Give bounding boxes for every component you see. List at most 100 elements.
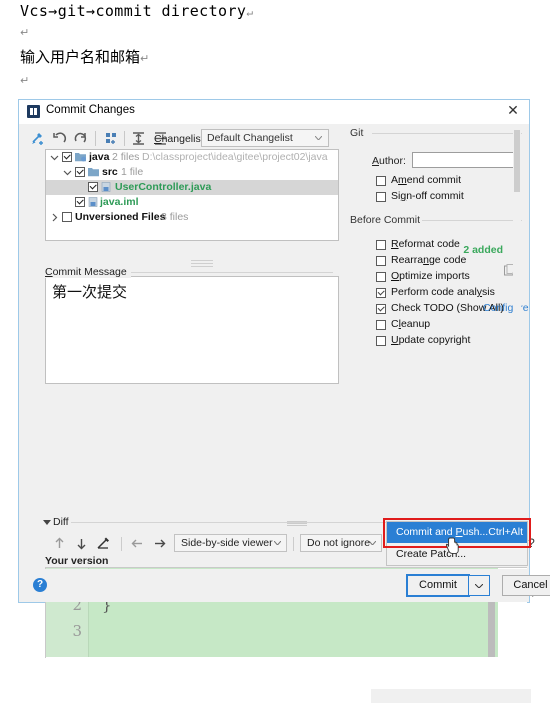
table-row[interactable]: Unversioned Files 3 files — [46, 210, 338, 225]
tree-splitter-handle[interactable] — [191, 258, 213, 267]
help-glyph: ? — [36, 579, 44, 590]
viewer-mode-value: Side-by-side viewer — [181, 537, 273, 549]
checkbox-label: Cleanup — [391, 318, 431, 330]
commit-button[interactable]: Commit — [406, 574, 470, 597]
file-checkbox[interactable] — [75, 167, 85, 177]
prev-difference-icon[interactable] — [51, 535, 68, 552]
next-difference-icon[interactable] — [73, 535, 90, 552]
changelist-dropdown[interactable]: Default Changelist — [201, 129, 329, 147]
diff-collapse-toggle[interactable] — [43, 520, 51, 525]
changed-files-tree[interactable]: java 2 files D:\classproject\idea\gitee\… — [45, 149, 339, 241]
menu-item-label: Commit and Push... — [396, 526, 489, 538]
table-row[interactable]: java.iml — [46, 195, 338, 210]
author-label: Author: — [372, 155, 406, 167]
checkbox-label: Update copyright — [391, 334, 471, 346]
menu-item-shortcut: Ctrl+Alt — [488, 526, 523, 538]
before-commit-group-title: Before Commit — [350, 214, 426, 226]
diff-section-title: Diff — [53, 516, 69, 528]
help-icon[interactable]: ? — [33, 578, 47, 592]
configure-link[interactable]: Configure — [483, 302, 529, 314]
diff-splitter-handle[interactable] — [287, 520, 307, 526]
commit-button-label: Commit — [419, 579, 457, 591]
chevron-right-icon[interactable] — [50, 213, 59, 222]
file-checkbox[interactable] — [62, 212, 72, 222]
rollback-icon[interactable] — [51, 130, 68, 147]
your-version-label: Your version — [45, 555, 109, 567]
close-icon[interactable]: ✕ — [506, 103, 520, 117]
commit-dropdown-button[interactable] — [469, 575, 490, 596]
chevron-down-icon[interactable] — [50, 153, 59, 162]
add-changelist-icon[interactable] — [29, 130, 46, 147]
dialog-title: Commit Changes — [46, 104, 135, 116]
table-row[interactable]: java 2 files D:\classproject\idea\gitee\… — [46, 150, 338, 165]
cancel-button[interactable]: Cancel — [502, 575, 550, 596]
pilcrow-mark-2: ↵ — [20, 27, 30, 39]
file-label: UserController.java — [115, 181, 212, 193]
checkbox-box — [376, 272, 386, 282]
chevron-down-icon — [475, 584, 483, 588]
changelist-label: Changelist: — [154, 133, 207, 145]
accept-left-icon[interactable] — [129, 535, 146, 552]
java-file-icon — [101, 182, 111, 192]
file-meta: 2 files — [112, 151, 140, 163]
changes-toolbar: Changelist: Default Changelist — [29, 128, 339, 150]
dialog-footer: ? Commit Cancel — [19, 569, 550, 602]
checkbox-box — [376, 320, 386, 330]
file-meta: 1 file — [121, 166, 144, 178]
commit-message-input[interactable]: 第一次提交 — [45, 276, 339, 384]
checkbox-label: Reformat code — [391, 238, 460, 250]
refresh-icon[interactable] — [72, 130, 89, 147]
dialog-titlebar: Commit Changes ✕ — [19, 100, 529, 124]
pilcrow-mark-4: ↵ — [20, 75, 30, 87]
checkbox-label: Perform code analysis — [391, 286, 495, 298]
pilcrow-mark-3: ↵ — [140, 52, 150, 65]
iml-file-icon — [88, 197, 98, 207]
author-field[interactable] — [412, 152, 520, 168]
checkbox-label: Amend commit — [391, 174, 462, 186]
intellij-idea-icon — [27, 105, 40, 118]
file-label: src — [102, 166, 118, 178]
file-meta: 3 files — [161, 211, 189, 223]
checkbox-box — [376, 256, 386, 266]
folder-icon — [88, 168, 99, 177]
expand-all-icon[interactable] — [130, 130, 147, 147]
group-by-icon[interactable] — [103, 130, 120, 147]
checkbox-box — [376, 288, 386, 298]
doc-heading-1: Vcs→git→commit directory↵ — [20, 2, 254, 20]
file-path: D:\classproject\idea\gitee\project02\jav… — [142, 151, 328, 163]
edit-source-icon[interactable] — [95, 535, 112, 552]
chevron-down-icon[interactable] — [63, 168, 72, 177]
checkbox-box — [376, 304, 386, 314]
viewer-mode-dropdown[interactable]: Side-by-side viewer — [174, 534, 287, 552]
doc-heading-2: 输入用户名和邮箱↵ — [20, 48, 150, 66]
checkbox-label: Sign-off commit — [391, 190, 464, 202]
git-group-title: Git — [350, 127, 369, 139]
file-checkbox[interactable] — [88, 182, 98, 192]
checkbox-box — [376, 192, 386, 202]
options-scrollbar[interactable] — [513, 130, 521, 385]
mouse-cursor-icon — [446, 537, 459, 554]
file-label: Unversioned Files — [75, 211, 166, 223]
ignore-mode-value: Do not ignore — [307, 537, 371, 549]
table-row[interactable]: src 1 file — [46, 165, 338, 180]
checkbox-label: Rearrange code — [391, 254, 467, 266]
file-label: java — [89, 151, 110, 163]
checkbox-box — [376, 240, 386, 250]
file-checkbox[interactable] — [75, 197, 85, 207]
file-checkbox[interactable] — [62, 152, 72, 162]
pilcrow-mark-1: ↵ — [246, 6, 254, 19]
checkbox-box — [376, 336, 386, 346]
accept-right-icon[interactable] — [151, 535, 168, 552]
chevron-down-icon — [369, 541, 376, 545]
checkbox-box — [376, 176, 386, 186]
changelist-value: Default Changelist — [207, 132, 293, 144]
commit-message-label: Commit Message — [45, 266, 131, 278]
ignore-mode-dropdown[interactable]: Do not ignore — [300, 534, 382, 552]
commit-message-value: 第一次提交 — [52, 283, 128, 301]
folder-java-icon — [75, 153, 86, 162]
line-number: 3 — [72, 622, 82, 640]
checkbox-label: Optimize imports — [391, 270, 470, 282]
file-label: java.iml — [100, 196, 139, 208]
table-row[interactable]: UserController.java — [46, 180, 338, 195]
chevron-down-icon — [274, 541, 281, 545]
